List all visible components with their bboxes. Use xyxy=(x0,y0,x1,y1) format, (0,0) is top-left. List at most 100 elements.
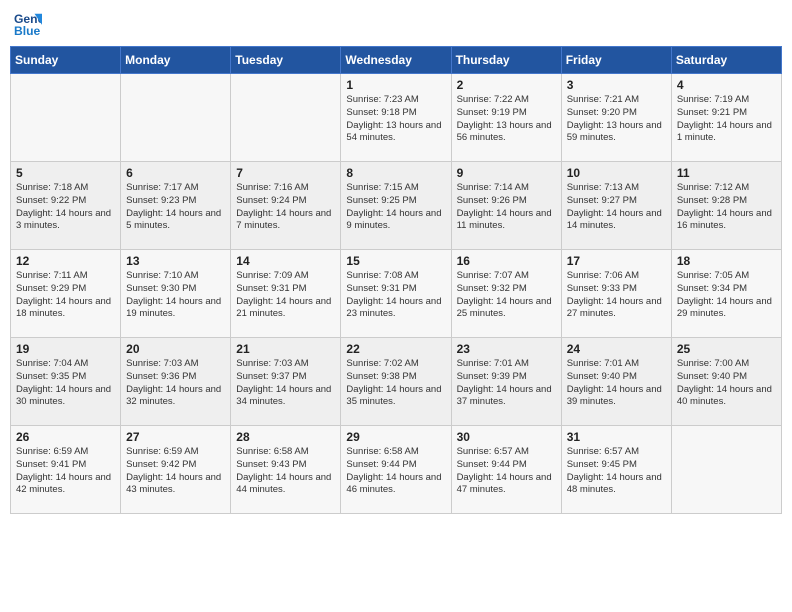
calendar-cell: 21Sunrise: 7:03 AMSunset: 9:37 PMDayligh… xyxy=(231,338,341,426)
day-number: 25 xyxy=(677,342,776,356)
day-info: Sunrise: 6:59 AMSunset: 9:41 PMDaylight:… xyxy=(16,446,115,497)
day-info: Sunrise: 7:15 AMSunset: 9:25 PMDaylight:… xyxy=(346,182,445,233)
day-number: 14 xyxy=(236,254,335,268)
calendar-cell: 23Sunrise: 7:01 AMSunset: 9:39 PMDayligh… xyxy=(451,338,561,426)
day-number: 30 xyxy=(457,430,556,444)
day-number: 11 xyxy=(677,166,776,180)
calendar-week-row: 19 Sunrise: 7:04 AMSunset: 9:35 PMDayligh… xyxy=(11,338,782,426)
header-day-thursday: Thursday xyxy=(451,47,561,74)
calendar-cell: 19 Sunrise: 7:04 AMSunset: 9:35 PMDayligh… xyxy=(11,338,121,426)
header-day-monday: Monday xyxy=(121,47,231,74)
calendar-week-row: 12 Sunrise: 7:11 AMSunset: 9:29 PMDayligh… xyxy=(11,250,782,338)
day-number: 17 xyxy=(567,254,666,268)
day-info: Sunrise: 6:59 AMSunset: 9:42 PMDaylight:… xyxy=(126,446,225,497)
day-number: 13 xyxy=(126,254,225,268)
calendar-cell: 16 Sunrise: 7:07 AMSunset: 9:32 PMDayligh… xyxy=(451,250,561,338)
day-number: 3 xyxy=(567,78,666,92)
day-info: Sunrise: 7:03 AMSunset: 9:36 PMDaylight:… xyxy=(126,358,225,409)
day-number: 5 xyxy=(16,166,115,180)
header: General Blue xyxy=(10,10,782,38)
day-number: 21 xyxy=(236,342,335,356)
calendar-cell: 5 Sunrise: 7:18 AMSunset: 9:22 PMDaylight… xyxy=(11,162,121,250)
day-info: Sunrise: 7:02 AMSunset: 9:38 PMDaylight:… xyxy=(346,358,445,409)
day-info: Sunrise: 6:58 AMSunset: 9:43 PMDaylight:… xyxy=(236,446,335,497)
header-day-saturday: Saturday xyxy=(671,47,781,74)
day-number: 19 xyxy=(16,342,115,356)
calendar-week-row: 1Sunrise: 7:23 AMSunset: 9:18 PMDaylight… xyxy=(11,74,782,162)
calendar-cell: 17 Sunrise: 7:06 AMSunset: 9:33 PMDayligh… xyxy=(561,250,671,338)
day-number: 7 xyxy=(236,166,335,180)
day-info: Sunrise: 7:09 AMSunset: 9:31 PMDaylight:… xyxy=(236,270,335,321)
day-number: 20 xyxy=(126,342,225,356)
day-number: 27 xyxy=(126,430,225,444)
calendar-cell xyxy=(11,74,121,162)
day-info: Sunrise: 7:19 AMSunset: 9:21 PMDaylight:… xyxy=(677,94,776,145)
day-info: Sunrise: 7:17 AMSunset: 9:23 PMDaylight:… xyxy=(126,182,225,233)
calendar-cell: 8 Sunrise: 7:15 AMSunset: 9:25 PMDaylight… xyxy=(341,162,451,250)
calendar-cell: 18Sunrise: 7:05 AMSunset: 9:34 PMDayligh… xyxy=(671,250,781,338)
calendar-cell: 12 Sunrise: 7:11 AMSunset: 9:29 PMDayligh… xyxy=(11,250,121,338)
day-info: Sunrise: 7:11 AMSunset: 9:29 PMDaylight:… xyxy=(16,270,115,321)
day-number: 31 xyxy=(567,430,666,444)
day-number: 18 xyxy=(677,254,776,268)
calendar-cell: 13Sunrise: 7:10 AMSunset: 9:30 PMDayligh… xyxy=(121,250,231,338)
day-info: Sunrise: 7:06 AMSunset: 9:33 PMDaylight:… xyxy=(567,270,666,321)
day-number: 16 xyxy=(457,254,556,268)
day-number: 9 xyxy=(457,166,556,180)
calendar-cell xyxy=(671,426,781,514)
day-number: 28 xyxy=(236,430,335,444)
day-info: Sunrise: 7:12 AMSunset: 9:28 PMDaylight:… xyxy=(677,182,776,233)
calendar-cell: 14 Sunrise: 7:09 AMSunset: 9:31 PMDayligh… xyxy=(231,250,341,338)
day-info: Sunrise: 7:21 AMSunset: 9:20 PMDaylight:… xyxy=(567,94,666,145)
calendar-cell: 26 Sunrise: 6:59 AMSunset: 9:41 PMDayligh… xyxy=(11,426,121,514)
calendar-week-row: 5 Sunrise: 7:18 AMSunset: 9:22 PMDaylight… xyxy=(11,162,782,250)
calendar-week-row: 26 Sunrise: 6:59 AMSunset: 9:41 PMDayligh… xyxy=(11,426,782,514)
calendar-cell: 29Sunrise: 6:58 AMSunset: 9:44 PMDayligh… xyxy=(341,426,451,514)
day-number: 4 xyxy=(677,78,776,92)
day-number: 8 xyxy=(346,166,445,180)
calendar-cell: 30Sunrise: 6:57 AMSunset: 9:44 PMDayligh… xyxy=(451,426,561,514)
day-info: Sunrise: 7:16 AMSunset: 9:24 PMDaylight:… xyxy=(236,182,335,233)
calendar-cell: 20 Sunrise: 7:03 AMSunset: 9:36 PMDayligh… xyxy=(121,338,231,426)
day-info: Sunrise: 7:04 AMSunset: 9:35 PMDaylight:… xyxy=(16,358,115,409)
day-info: Sunrise: 7:14 AMSunset: 9:26 PMDaylight:… xyxy=(457,182,556,233)
day-number: 10 xyxy=(567,166,666,180)
calendar-table: SundayMondayTuesdayWednesdayThursdayFrid… xyxy=(10,46,782,514)
calendar-cell xyxy=(121,74,231,162)
day-number: 26 xyxy=(16,430,115,444)
logo-icon: General Blue xyxy=(14,10,42,38)
calendar-cell: 10Sunrise: 7:13 AMSunset: 9:27 PMDayligh… xyxy=(561,162,671,250)
logo: General Blue xyxy=(14,10,46,38)
day-info: Sunrise: 7:22 AMSunset: 9:19 PMDaylight:… xyxy=(457,94,556,145)
calendar-cell: 31Sunrise: 6:57 AMSunset: 9:45 PMDayligh… xyxy=(561,426,671,514)
calendar-cell: 28 Sunrise: 6:58 AMSunset: 9:43 PMDayligh… xyxy=(231,426,341,514)
day-number: 23 xyxy=(457,342,556,356)
day-info: Sunrise: 7:07 AMSunset: 9:32 PMDaylight:… xyxy=(457,270,556,321)
calendar-cell xyxy=(231,74,341,162)
calendar-cell: 9 Sunrise: 7:14 AMSunset: 9:26 PMDaylight… xyxy=(451,162,561,250)
day-info: Sunrise: 7:23 AMSunset: 9:18 PMDaylight:… xyxy=(346,94,445,145)
header-day-friday: Friday xyxy=(561,47,671,74)
day-number: 24 xyxy=(567,342,666,356)
calendar-cell: 24 Sunrise: 7:01 AMSunset: 9:40 PMDayligh… xyxy=(561,338,671,426)
day-number: 12 xyxy=(16,254,115,268)
calendar-cell: 7 Sunrise: 7:16 AMSunset: 9:24 PMDaylight… xyxy=(231,162,341,250)
header-day-tuesday: Tuesday xyxy=(231,47,341,74)
day-info: Sunrise: 7:18 AMSunset: 9:22 PMDaylight:… xyxy=(16,182,115,233)
day-info: Sunrise: 7:01 AMSunset: 9:40 PMDaylight:… xyxy=(567,358,666,409)
calendar-cell: 27 Sunrise: 6:59 AMSunset: 9:42 PMDayligh… xyxy=(121,426,231,514)
calendar-cell: 15Sunrise: 7:08 AMSunset: 9:31 PMDayligh… xyxy=(341,250,451,338)
calendar-cell: 2 Sunrise: 7:22 AMSunset: 9:19 PMDaylight… xyxy=(451,74,561,162)
day-info: Sunrise: 7:00 AMSunset: 9:40 PMDaylight:… xyxy=(677,358,776,409)
day-number: 29 xyxy=(346,430,445,444)
calendar-header-row: SundayMondayTuesdayWednesdayThursdayFrid… xyxy=(11,47,782,74)
calendar-cell: 11 Sunrise: 7:12 AMSunset: 9:28 PMDayligh… xyxy=(671,162,781,250)
calendar-cell: 4 Sunrise: 7:19 AMSunset: 9:21 PMDaylight… xyxy=(671,74,781,162)
calendar-cell: 6 Sunrise: 7:17 AMSunset: 9:23 PMDaylight… xyxy=(121,162,231,250)
header-day-sunday: Sunday xyxy=(11,47,121,74)
header-day-wednesday: Wednesday xyxy=(341,47,451,74)
calendar-cell: 1Sunrise: 7:23 AMSunset: 9:18 PMDaylight… xyxy=(341,74,451,162)
day-number: 6 xyxy=(126,166,225,180)
day-info: Sunrise: 7:08 AMSunset: 9:31 PMDaylight:… xyxy=(346,270,445,321)
day-number: 2 xyxy=(457,78,556,92)
